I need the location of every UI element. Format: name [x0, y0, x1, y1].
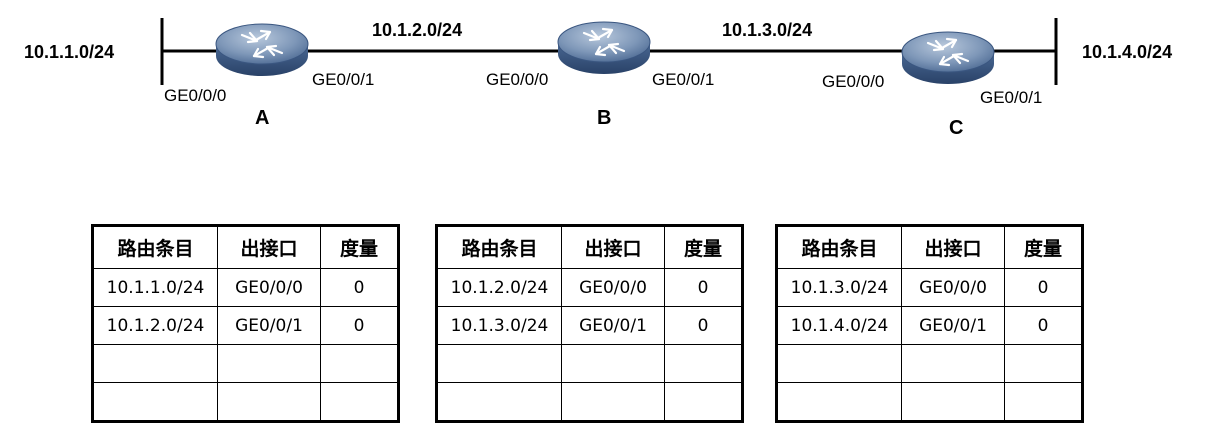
table-row: 10.1.3.0/24 GE0/0/0 0 — [776, 268, 1083, 307]
table-row: 10.1.3.0/24 GE0/0/1 0 — [436, 306, 743, 345]
router-c-icon — [900, 30, 996, 86]
out-interface-cell: GE0/0/0 — [217, 268, 321, 307]
router-b-name: B — [597, 107, 612, 129]
table-header-row: 路由条目 出接口 度量 — [436, 225, 743, 269]
out-interface-cell: GE0/0/0 — [901, 268, 1005, 307]
out-interface-cell — [901, 382, 1005, 422]
router-b-left-port: GE0/0/0 — [486, 70, 549, 89]
out-interface-cell: GE0/0/1 — [217, 306, 321, 345]
table-row — [92, 344, 399, 383]
table-row: 10.1.2.0/24 GE0/0/1 0 — [92, 306, 399, 345]
table-header-row: 路由条目 出接口 度量 — [92, 225, 399, 269]
table-row: 10.1.1.0/24 GE0/0/0 0 — [92, 268, 399, 307]
metric-cell: 0 — [320, 306, 399, 345]
route-entry-cell: 10.1.3.0/24 — [776, 268, 902, 307]
header-out-interface: 出接口 — [561, 225, 665, 269]
metric-cell — [320, 344, 399, 383]
out-interface-cell — [901, 344, 1005, 383]
network-ab-label: 10.1.2.0/24 — [372, 20, 463, 40]
out-interface-cell — [561, 344, 665, 383]
route-entry-cell: 10.1.2.0/24 — [436, 268, 562, 307]
metric-cell: 0 — [320, 268, 399, 307]
metric-cell — [664, 344, 743, 383]
metric-cell: 0 — [1004, 268, 1083, 307]
routing-table-b: 路由条目 出接口 度量 10.1.2.0/24 GE0/0/0 0 10.1.3… — [435, 224, 744, 423]
route-entry-cell — [92, 382, 218, 422]
header-metric: 度量 — [320, 225, 399, 269]
network-right-label: 10.1.4.0/24 — [1082, 42, 1173, 62]
table-header-row: 路由条目 出接口 度量 — [776, 225, 1083, 269]
out-interface-cell: GE0/0/1 — [561, 306, 665, 345]
router-a-right-port: GE0/0/1 — [312, 70, 375, 89]
route-entry-cell: 10.1.3.0/24 — [436, 306, 562, 345]
out-interface-cell — [217, 382, 321, 422]
table-row: 10.1.2.0/24 GE0/0/0 0 — [436, 268, 743, 307]
metric-cell — [1004, 344, 1083, 383]
out-interface-cell — [561, 382, 665, 422]
route-entry-cell — [776, 344, 902, 383]
out-interface-cell — [217, 344, 321, 383]
metric-cell: 0 — [664, 306, 743, 345]
header-out-interface: 出接口 — [217, 225, 321, 269]
table-row — [436, 344, 743, 383]
table-row — [776, 382, 1083, 422]
router-b-right-port: GE0/0/1 — [652, 70, 715, 89]
route-entry-cell — [436, 344, 562, 383]
router-c-left-port: GE0/0/0 — [822, 72, 885, 91]
network-bc-label: 10.1.3.0/24 — [722, 20, 813, 40]
table-row — [436, 382, 743, 422]
router-a-name: A — [255, 107, 270, 129]
metric-cell: 0 — [1004, 306, 1083, 345]
header-out-interface: 出接口 — [901, 225, 1005, 269]
table-row: 10.1.4.0/24 GE0/0/1 0 — [776, 306, 1083, 345]
header-route-entry: 路由条目 — [776, 225, 902, 269]
header-metric: 度量 — [664, 225, 743, 269]
route-entry-cell — [92, 344, 218, 383]
router-b-icon — [556, 20, 652, 76]
routing-table-c: 路由条目 出接口 度量 10.1.3.0/24 GE0/0/0 0 10.1.4… — [775, 224, 1084, 423]
router-c-right-port: GE0/0/1 — [980, 88, 1043, 107]
metric-cell — [664, 382, 743, 422]
route-entry-cell — [436, 382, 562, 422]
routing-table-a: 路由条目 出接口 度量 10.1.1.0/24 GE0/0/0 0 10.1.2… — [91, 224, 400, 423]
out-interface-cell: GE0/0/0 — [561, 268, 665, 307]
router-c-name: C — [949, 117, 964, 139]
route-entry-cell: 10.1.4.0/24 — [776, 306, 902, 345]
table-row — [776, 344, 1083, 383]
router-a-left-port: GE0/0/0 — [164, 86, 227, 105]
header-route-entry: 路由条目 — [92, 225, 218, 269]
metric-cell — [1004, 382, 1083, 422]
out-interface-cell: GE0/0/1 — [901, 306, 1005, 345]
network-left-label: 10.1.1.0/24 — [24, 42, 115, 62]
router-a-icon — [214, 22, 310, 78]
metric-cell — [320, 382, 399, 422]
header-metric: 度量 — [1004, 225, 1083, 269]
route-entry-cell: 10.1.1.0/24 — [92, 268, 218, 307]
header-route-entry: 路由条目 — [436, 225, 562, 269]
route-entry-cell: 10.1.2.0/24 — [92, 306, 218, 345]
table-row — [92, 382, 399, 422]
route-entry-cell — [776, 382, 902, 422]
metric-cell: 0 — [664, 268, 743, 307]
